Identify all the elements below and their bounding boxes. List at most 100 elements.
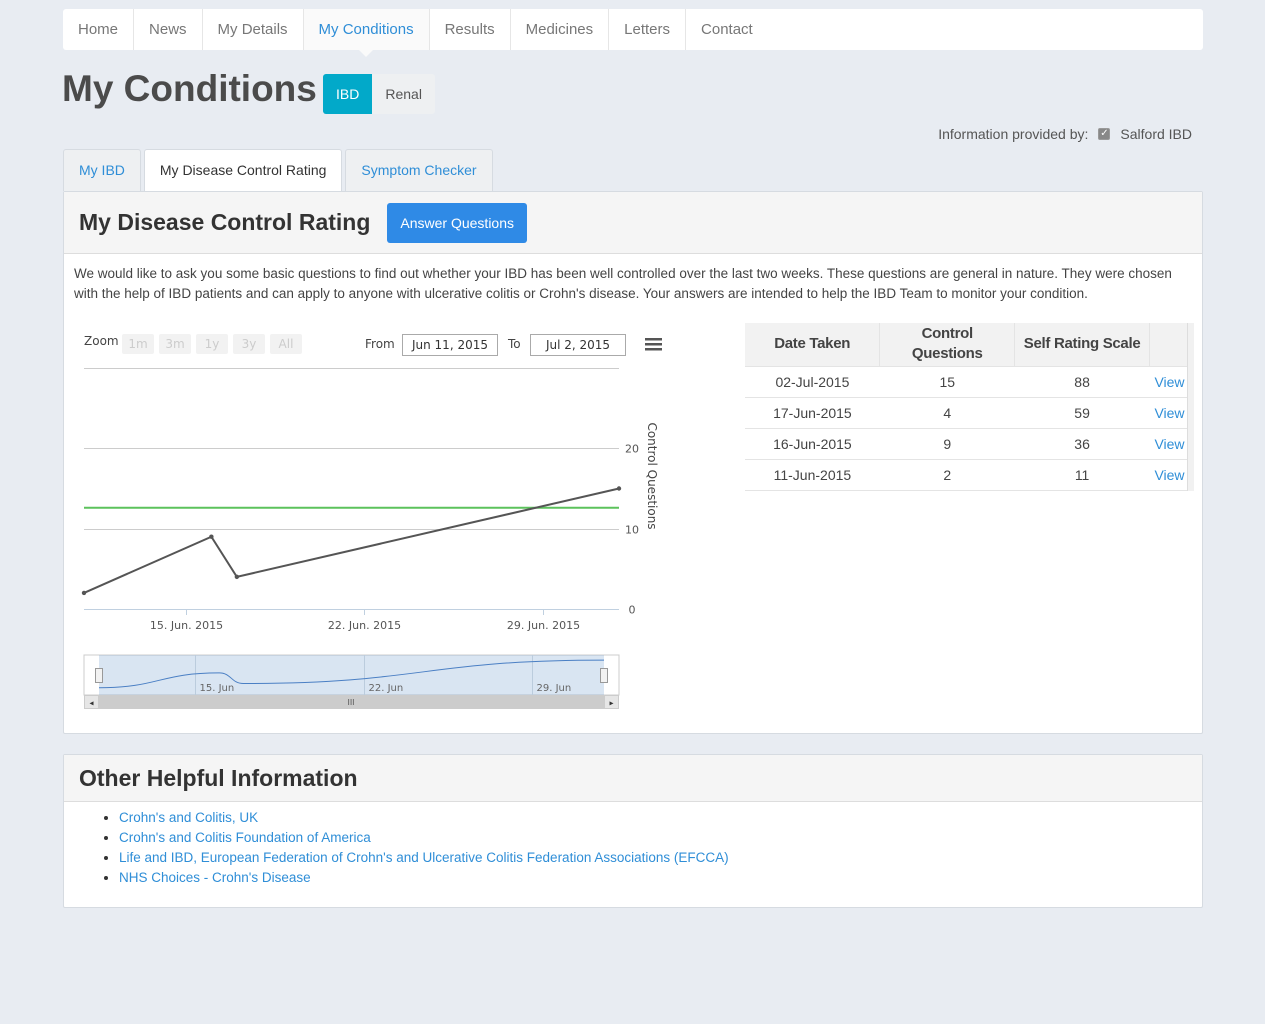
link-efcca[interactable]: Life and IBD, European Federation of Cro… — [119, 848, 729, 868]
link-crohns-colitis-uk[interactable]: Crohn's and Colitis, UK — [119, 808, 729, 828]
table-scrollbar[interactable] — [1187, 323, 1194, 491]
scroll-right-icon: ▸ — [609, 699, 613, 708]
x-tick-label: 22. Jun. 2015 — [328, 619, 401, 632]
table-header-row: Date Taken Control Questions Self Rating… — [745, 323, 1190, 366]
series-points — [81, 486, 622, 596]
panel-heading: My Disease Control Rating — [79, 209, 371, 235]
y-axis-title: Control Questions — [645, 422, 659, 529]
cell-control: 2 — [879, 458, 1015, 491]
cell-control: 15 — [879, 365, 1015, 397]
navigator-scrollbar[interactable]: ◂ ▸ III — [84, 695, 619, 709]
link-ccfa[interactable]: Crohn's and Colitis Foundation of Americ… — [119, 828, 729, 848]
zoom-3m-button[interactable]: 3m — [159, 334, 191, 354]
other-info-header: Other Helpful Information — [64, 755, 1202, 802]
link-nhs-choices[interactable]: NHS Choices - Crohn's Disease — [119, 868, 729, 888]
data-point — [81, 590, 87, 596]
table-row: 11-Jun-2015 2 11 View — [745, 458, 1190, 491]
nav-results[interactable]: Results — [430, 9, 511, 50]
ibd-button[interactable]: IBD — [323, 74, 373, 114]
data-point — [616, 486, 622, 491]
y-tick-label: 20 — [625, 443, 639, 456]
nav-home[interactable]: Home — [63, 9, 135, 50]
y-tick-label: 0 — [629, 604, 636, 617]
cell-control: 4 — [879, 396, 1015, 428]
helpful-links: Crohn's and Colitis, UK Crohn's and Coli… — [119, 808, 729, 888]
col-self-rating[interactable]: Self Rating Scale — [1014, 323, 1150, 366]
from-label: From — [365, 337, 395, 351]
checkbox-icon[interactable]: ✓ — [1098, 128, 1111, 140]
plot-grid — [84, 448, 619, 530]
nav-letters[interactable]: Letters — [609, 9, 687, 50]
table-row: 02-Jul-2015 15 88 View — [745, 365, 1190, 397]
results-table: Date Taken Control Questions Self Rating… — [745, 323, 1190, 491]
zoom-label: Zoom — [84, 334, 119, 348]
chart-menu-icon[interactable] — [645, 338, 662, 351]
zoom-3m-label: 3m — [165, 337, 184, 351]
cell-rating: 11 — [1014, 458, 1150, 491]
renal-button[interactable]: Renal — [372, 74, 435, 114]
cell-rating: 88 — [1014, 365, 1150, 397]
nav-medicines[interactable]: Medicines — [511, 9, 610, 50]
tab-disease-control-rating[interactable]: My Disease Control Rating — [143, 149, 343, 192]
cell-rating: 59 — [1014, 396, 1150, 428]
disease-control-panel: My Disease Control Rating Answer Questio… — [63, 191, 1203, 734]
to-date-input[interactable]: Jul 2, 2015 — [530, 334, 626, 356]
view-link[interactable]: View — [1149, 458, 1190, 491]
from-date-value: Jun 11, 2015 — [411, 338, 488, 352]
view-link[interactable]: View — [1149, 427, 1190, 459]
condition-tabs: My IBD My Disease Control Rating Symptom… — [63, 149, 493, 192]
tab-symptom-checker[interactable]: Symptom Checker — [345, 149, 493, 191]
navigator-left-handle[interactable] — [95, 668, 103, 683]
series-line — [83, 487, 620, 594]
navigator-label: 29. Jun — [537, 683, 572, 694]
y-axis-labels: 0 10 20 — [625, 443, 639, 617]
answer-questions-button[interactable]: Answer Questions — [387, 202, 527, 243]
control-chart: Zoom 1m 3m 1y 3y All From Jun 11, 2015 T… — [64, 322, 744, 722]
intro-text: We would like to ask you some basic ques… — [74, 266, 1172, 301]
nav-my-conditions[interactable]: My Conditions — [303, 9, 430, 57]
x-axis-ticks: 15. Jun. 2015 22. Jun. 2015 29. Jun. 2015 — [150, 609, 580, 632]
zoom-3y-button[interactable]: 3y — [233, 334, 265, 354]
to-date-value: Jul 2, 2015 — [545, 338, 610, 352]
cell-control: 9 — [879, 427, 1015, 459]
zoom-1m-button[interactable]: 1m — [122, 334, 154, 354]
chart-svg: Zoom 1m 3m 1y 3y All From Jun 11, 2015 T… — [81, 334, 662, 709]
navigator-label: 22. Jun — [369, 683, 404, 694]
condition-toggle: IBD Renal — [323, 74, 435, 114]
zoom-3y-label: 3y — [242, 337, 257, 351]
cell-rating: 36 — [1014, 427, 1150, 459]
zoom-1y-label: 1y — [205, 337, 220, 351]
view-link[interactable]: View — [1149, 396, 1190, 428]
nav-contact[interactable]: Contact — [686, 9, 768, 50]
other-info-heading: Other Helpful Information — [79, 764, 358, 791]
cell-date: 02-Jul-2015 — [745, 365, 880, 397]
navigator[interactable]: 15. Jun 22. Jun 29. Jun ◂ ▸ III — [83, 654, 620, 709]
nav-my-details[interactable]: My Details — [203, 9, 304, 50]
cell-date: 17-Jun-2015 — [745, 396, 880, 428]
col-control-questions[interactable]: Control Questions — [879, 323, 1016, 366]
nav-news[interactable]: News — [134, 9, 203, 50]
zoom-all-button[interactable]: All — [270, 334, 302, 354]
scroll-grip-icon: III — [347, 698, 354, 707]
zoom-1y-button[interactable]: 1y — [196, 334, 228, 354]
col-actions — [1149, 323, 1190, 366]
to-label: To — [507, 337, 521, 351]
zoom-1m-label: 1m — [128, 337, 147, 351]
cell-date: 11-Jun-2015 — [745, 458, 880, 491]
navigator-selection[interactable] — [99, 655, 604, 695]
view-link[interactable]: View — [1149, 365, 1190, 397]
data-point — [209, 534, 214, 539]
panel-header: My Disease Control Rating Answer Questio… — [64, 192, 1202, 254]
tab-my-ibd[interactable]: My IBD — [63, 149, 141, 191]
other-info-panel: Other Helpful Information Crohn's and Co… — [63, 754, 1203, 908]
col-date-taken[interactable]: Date Taken — [745, 323, 881, 366]
data-point — [234, 574, 240, 580]
page-title: My Conditions — [62, 68, 317, 109]
navigator-label: 15. Jun — [200, 683, 235, 694]
navigator-right-handle[interactable] — [600, 668, 608, 683]
from-date-input[interactable]: Jun 11, 2015 — [402, 334, 498, 356]
x-tick-label: 15. Jun. 2015 — [150, 619, 223, 632]
info-label: Information provided by: — [938, 126, 1089, 142]
info-source: Salford IBD — [1120, 126, 1192, 142]
x-tick-label: 29. Jun. 2015 — [507, 619, 580, 632]
